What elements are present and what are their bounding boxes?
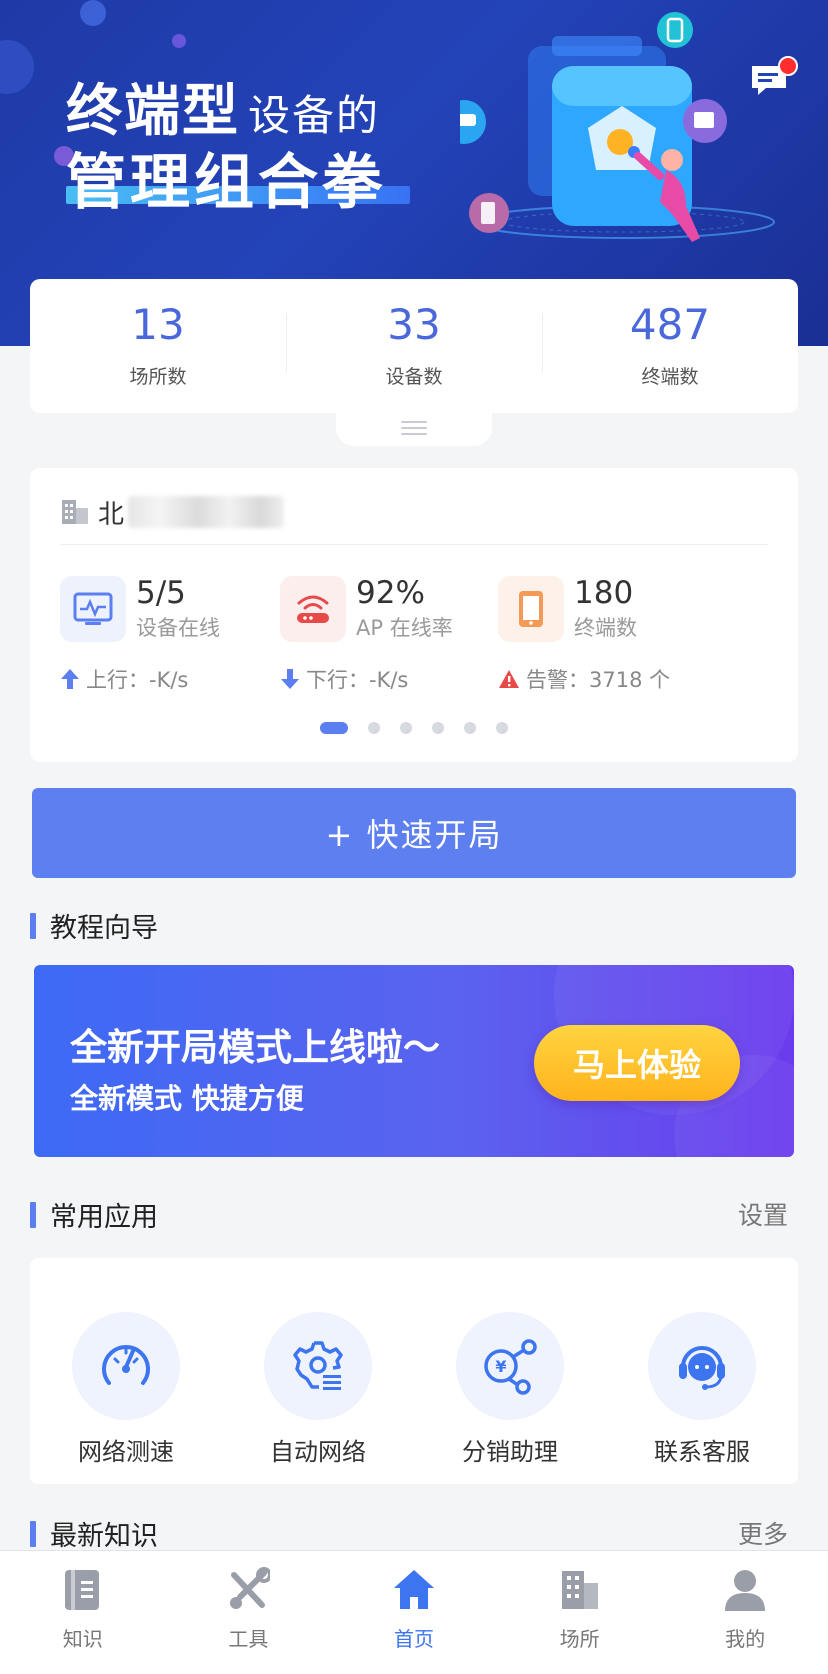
section-bar bbox=[30, 1520, 36, 1547]
promo-title: 全新开局模式上线啦～ bbox=[70, 1026, 440, 1069]
app-label: 分销助理 bbox=[462, 1438, 558, 1466]
nav-tools[interactable]: 工具 bbox=[166, 1551, 332, 1674]
site-name-redacted bbox=[128, 496, 285, 528]
home-icon bbox=[393, 1570, 434, 1609]
carousel-dot[interactable] bbox=[496, 722, 508, 734]
decor-bubble bbox=[0, 40, 34, 94]
arrow-up-icon bbox=[61, 669, 79, 689]
app-distribution-assistant[interactable]: ¥ 分销助理 bbox=[414, 1258, 606, 1484]
device-monitor-icon bbox=[60, 576, 126, 643]
decor-bubble bbox=[80, 0, 106, 26]
stat-label: 设备数 bbox=[385, 365, 443, 388]
site-selector[interactable]: 北 bbox=[60, 494, 285, 530]
nav-sites[interactable]: 场所 bbox=[497, 1551, 663, 1674]
arrow-down-icon bbox=[281, 669, 299, 689]
download-rate: 下行：-K/s bbox=[280, 664, 408, 694]
menu-lines-icon bbox=[401, 421, 427, 435]
metric-ap-online-rate[interactable]: 92% AP 在线率 bbox=[280, 575, 453, 643]
stats-card: 13 场所数 33 设备数 487 终端数 bbox=[30, 279, 798, 413]
app-label: 联系客服 bbox=[654, 1438, 750, 1466]
carousel-dot[interactable] bbox=[432, 722, 444, 734]
carousel-dot[interactable] bbox=[464, 722, 476, 734]
promo-banner[interactable]: 全新开局模式上线啦～ 全新模式 快捷方便 马上体验 bbox=[34, 965, 794, 1157]
carousel-dot[interactable] bbox=[400, 722, 412, 734]
metric-label: 终端数 bbox=[574, 616, 637, 641]
metric-label: 设备在线 bbox=[136, 616, 220, 641]
stat-sites[interactable]: 13 场所数 bbox=[30, 279, 286, 413]
apps-settings-link[interactable]: 设置 bbox=[738, 1196, 788, 1232]
metric-terminals[interactable]: 180 终端数 bbox=[498, 575, 637, 643]
site-name: 北 bbox=[98, 499, 125, 530]
nav-label: 场所 bbox=[559, 1627, 600, 1651]
section-bar bbox=[30, 912, 36, 939]
metric-value: 180 bbox=[574, 575, 634, 611]
nav-label: 知识 bbox=[62, 1627, 103, 1651]
decor-bubble bbox=[172, 34, 186, 48]
carousel-dots bbox=[320, 722, 528, 734]
gear-auto-icon bbox=[264, 1312, 372, 1420]
app-contact-support[interactable]: 联系客服 bbox=[606, 1258, 798, 1484]
stat-devices[interactable]: 33 设备数 bbox=[286, 279, 542, 413]
user-icon bbox=[725, 1570, 766, 1611]
tools-icon bbox=[230, 1567, 271, 1609]
speedometer-icon bbox=[72, 1312, 180, 1420]
warning-icon bbox=[499, 670, 519, 688]
phone-icon bbox=[498, 576, 564, 643]
try-now-button[interactable]: 马上体验 bbox=[534, 1025, 740, 1101]
apps-card: 网络测速 自动网络 ¥ 分销助理 联系客服 bbox=[30, 1258, 798, 1484]
nav-profile[interactable]: 我的 bbox=[662, 1551, 828, 1674]
metric-label: AP 在线率 bbox=[356, 616, 453, 641]
yuan-share-icon: ¥ bbox=[456, 1312, 564, 1420]
carousel-dot[interactable] bbox=[320, 722, 348, 734]
stat-terminals[interactable]: 487 终端数 bbox=[542, 279, 798, 413]
nav-label: 我的 bbox=[725, 1627, 766, 1651]
metric-value: 92% bbox=[356, 575, 425, 611]
nav-label: 首页 bbox=[393, 1627, 434, 1651]
site-overview-card: 北 5/5 设备在线 92% AP 在线率 180 终端数 上行：-K/s 下行… bbox=[30, 468, 798, 762]
svg-text:¥: ¥ bbox=[495, 1357, 506, 1376]
app-label: 自动网络 bbox=[270, 1438, 366, 1466]
section-title-knowledge: 最新知识 bbox=[30, 1514, 158, 1553]
app-speed-test[interactable]: 网络测速 bbox=[30, 1258, 222, 1484]
stat-value: 13 bbox=[131, 299, 185, 349]
stat-label: 场所数 bbox=[129, 365, 187, 388]
stat-value: 33 bbox=[387, 299, 441, 349]
divider bbox=[60, 544, 768, 545]
expand-handle[interactable] bbox=[336, 410, 492, 446]
unread-dot bbox=[778, 56, 798, 76]
stat-value: 487 bbox=[629, 299, 711, 349]
wifi-router-icon bbox=[280, 576, 346, 643]
section-title-tutorial: 教程向导 bbox=[30, 906, 158, 945]
upload-rate: 上行：-K/s bbox=[60, 664, 188, 694]
section-bar bbox=[30, 1201, 36, 1228]
building-icon bbox=[561, 1571, 598, 1609]
section-title-apps: 常用应用 bbox=[30, 1195, 158, 1234]
metric-devices-online[interactable]: 5/5 设备在线 bbox=[60, 575, 220, 643]
nav-label: 工具 bbox=[228, 1627, 269, 1651]
nav-home[interactable]: 首页 bbox=[331, 1551, 497, 1674]
app-label: 网络测速 bbox=[78, 1438, 174, 1466]
book-icon bbox=[64, 1570, 99, 1610]
stat-label: 终端数 bbox=[641, 365, 699, 388]
nav-knowledge[interactable]: 知识 bbox=[0, 1551, 166, 1674]
carousel-dot[interactable] bbox=[368, 722, 380, 734]
quick-start-button[interactable]: + 快速开局 bbox=[32, 788, 796, 878]
app-auto-network[interactable]: 自动网络 bbox=[222, 1258, 414, 1484]
alert-count[interactable]: 告警：3718 个 bbox=[498, 664, 670, 694]
building-icon bbox=[62, 500, 88, 524]
device-illustration bbox=[460, 12, 775, 242]
bottom-nav: 知识 工具 首页 场所 我的 bbox=[0, 1550, 828, 1674]
promo-subtitle: 全新模式 快捷方便 bbox=[70, 1082, 304, 1115]
headset-icon bbox=[648, 1312, 756, 1420]
hero-title-line2: 管理组合拳 bbox=[66, 148, 386, 218]
metric-value: 5/5 bbox=[136, 575, 186, 611]
knowledge-more-link[interactable]: 更多 bbox=[738, 1515, 788, 1551]
